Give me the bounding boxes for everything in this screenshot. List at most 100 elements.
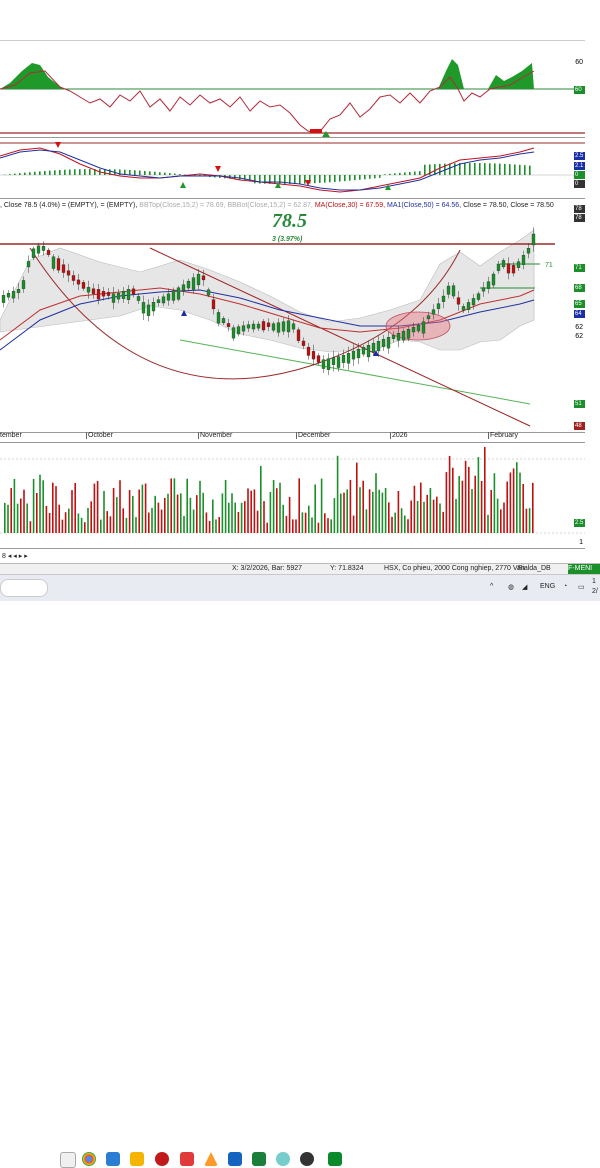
- candle-up: [322, 360, 325, 369]
- tray-arrow-icon[interactable]: ^: [490, 583, 493, 590]
- volume-bar: [116, 497, 118, 533]
- volume-bar: [375, 473, 377, 533]
- candle-up: [157, 300, 160, 303]
- status-info: HSX, Co phieu, 2000 Cong nghiep, 2770 Va…: [384, 565, 525, 572]
- volume-bar: [308, 506, 310, 533]
- macd-bar: [474, 163, 476, 175]
- volume-bar: [135, 517, 137, 533]
- excel-icon[interactable]: [252, 1152, 266, 1166]
- tray-lang[interactable]: ENG: [540, 583, 555, 590]
- volume-bar: [430, 488, 432, 533]
- macd-bar: [84, 169, 86, 175]
- macd-bar: [239, 175, 241, 179]
- x-label-february: February: [488, 432, 518, 439]
- volume-bar: [180, 493, 182, 533]
- tray-volume-icon[interactable]: ◢: [522, 583, 527, 591]
- macd-bar: [359, 175, 361, 180]
- candle-down: [132, 289, 135, 294]
- tray-time[interactable]: 1: [592, 578, 596, 585]
- macd-bar: [39, 171, 41, 175]
- candle-up: [407, 329, 410, 338]
- candle-up: [207, 290, 210, 295]
- x-label-september: tember: [0, 432, 22, 439]
- volume-bar: [90, 501, 92, 533]
- volume-bar: [151, 508, 153, 533]
- task-view-icon[interactable]: [60, 1152, 76, 1168]
- candle-up: [277, 323, 280, 333]
- app-icon-2[interactable]: [180, 1152, 194, 1166]
- macd-bar: [294, 175, 296, 184]
- top-axis-label-2: 60: [575, 59, 583, 66]
- edge-icon[interactable]: [106, 1152, 120, 1166]
- candle-up: [462, 306, 465, 310]
- taskbar: ^ ◍ ◢ ENG ◔ ▭ 1 2/: [0, 574, 600, 601]
- volume-bar: [94, 484, 96, 533]
- macd-bar: [414, 172, 416, 175]
- candle-up: [467, 302, 470, 309]
- volume-bar: [129, 490, 131, 533]
- candle-up: [417, 325, 420, 331]
- app-icon-1[interactable]: [155, 1152, 169, 1166]
- price-axis-62b: 62: [575, 333, 583, 340]
- file-explorer-icon[interactable]: [130, 1152, 144, 1166]
- volume-bar: [500, 509, 502, 533]
- price-axis-48: 48: [574, 422, 585, 430]
- status-menu[interactable]: F-MENI: [568, 564, 600, 574]
- price-chart-svg: [0, 200, 585, 432]
- volume-bar: [260, 466, 262, 533]
- macd-bar: [249, 175, 251, 180]
- macd-bar: [499, 164, 501, 175]
- volume-axis-label-2: 1: [579, 539, 583, 546]
- volume-bar: [314, 484, 316, 533]
- legend-close: , Close 78.5 (4.0%) = (EMPTY), = (EMPTY)…: [0, 202, 137, 209]
- x-label-december: December: [296, 432, 330, 439]
- tray-network-icon[interactable]: ◍: [508, 583, 514, 591]
- macd-bar: [179, 174, 181, 175]
- volume-bar: [238, 512, 240, 533]
- candle-up: [192, 278, 195, 290]
- chrome-icon[interactable]: [82, 1152, 96, 1166]
- volume-bar: [532, 483, 534, 533]
- volume-bar: [337, 456, 339, 533]
- candle-down: [102, 291, 105, 296]
- volume-bar: [33, 479, 35, 533]
- volume-bar: [385, 488, 387, 533]
- volume-bar: [68, 509, 70, 533]
- macd-bar: [154, 172, 156, 175]
- x-label-november: November: [198, 432, 232, 439]
- volume-bar: [513, 468, 515, 533]
- tab-nav-icon[interactable]: 8 ◂ ◂ ▸ ▸: [2, 552, 28, 560]
- candle-up: [402, 331, 405, 340]
- app-icon-5[interactable]: [300, 1152, 314, 1166]
- candle-up: [187, 281, 190, 288]
- candle-down: [47, 250, 50, 255]
- volume-bar: [398, 491, 400, 533]
- volume-bar: [71, 490, 73, 533]
- tray-battery-icon[interactable]: ▭: [578, 583, 585, 591]
- volume-bar: [420, 483, 422, 533]
- candle-up: [42, 246, 45, 250]
- candle-up: [487, 282, 490, 289]
- app-icon-6[interactable]: [328, 1152, 342, 1166]
- app-icon-4[interactable]: [276, 1152, 290, 1166]
- candle-up: [167, 294, 170, 301]
- taskbar-search[interactable]: [0, 579, 48, 597]
- tray-wifi-icon[interactable]: ◔: [563, 583, 567, 590]
- tray-date[interactable]: 2/: [592, 588, 598, 595]
- app-icon-3[interactable]: [204, 1152, 218, 1166]
- macd-bar: [484, 163, 486, 175]
- volume-bar: [334, 498, 336, 533]
- macd-bar: [304, 175, 306, 184]
- volume-bar: [36, 493, 38, 533]
- top-axis-label-1: 60: [574, 86, 585, 94]
- volume-bar: [436, 497, 438, 533]
- word-icon[interactable]: [228, 1152, 242, 1166]
- legend-ma50: MA1(Close,50) = 64.56,: [387, 202, 461, 209]
- candle-down: [267, 323, 270, 327]
- volume-bar: [225, 480, 227, 533]
- red-marker: [310, 129, 322, 133]
- macd-bar: [149, 171, 151, 175]
- macd-bar: [169, 173, 171, 175]
- candle-up: [522, 255, 525, 265]
- candle-up: [257, 324, 260, 328]
